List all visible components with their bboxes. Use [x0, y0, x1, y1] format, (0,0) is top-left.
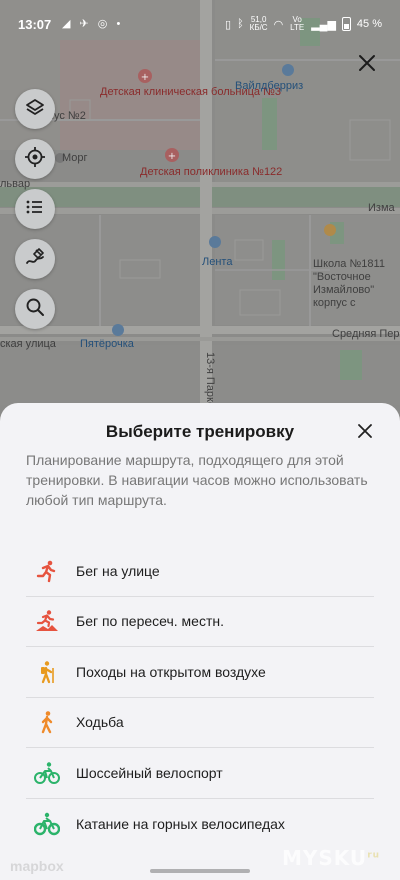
map-label-street: ская улица [0, 338, 56, 350]
workout-label: Шоссейный велоспорт [76, 764, 223, 781]
workout-label: Походы на открытом воздухе [76, 663, 266, 680]
workout-item-trail-running[interactable]: Бег по пересеч. местн. [26, 597, 374, 647]
walking-icon [34, 709, 60, 735]
map-label-wildberries: Вайлдберриз [235, 80, 304, 92]
workout-label: Катание на горных велосипедах [76, 815, 285, 832]
crosshair-icon [24, 146, 46, 173]
status-bar: 13:07 ◢ ✈ ◎ • ▯ ᛒ 51,0 КБ/С ◠ Vo LTE ▂▄▆… [0, 0, 400, 48]
sheet-title: Выберите тренировку [105, 422, 295, 441]
trail-running-icon [34, 608, 60, 634]
watermark: MYSKUru [282, 846, 380, 870]
workout-item-walking[interactable]: Ходьба [26, 698, 374, 748]
running-icon [34, 558, 60, 584]
workout-label: Ходьба [76, 714, 124, 731]
status-right: ▯ ᛒ 51,0 КБ/С ◠ Vo LTE ▂▄▆ 45 % [225, 16, 382, 32]
status-time: 13:07 [18, 17, 52, 32]
hiking-icon [34, 659, 60, 685]
svg-text:+: + [168, 151, 176, 162]
list-button[interactable] [15, 189, 55, 229]
notification-icons: ◢ ✈ ◎ • [62, 18, 124, 30]
search-icon [25, 297, 45, 322]
map-label-bulvar: львар [0, 178, 31, 190]
bluetooth-icon: ᛒ [237, 18, 244, 30]
vibrate-icon: ▯ [225, 18, 232, 31]
layers-button[interactable] [15, 89, 55, 129]
my-location-button[interactable] [15, 139, 55, 179]
battery-icon [341, 17, 351, 31]
search-button[interactable] [15, 289, 55, 329]
volte-indicator: Vo LTE [290, 15, 305, 32]
workout-label: Бег на улице [76, 562, 160, 579]
workout-label: Бег по пересеч. местн. [76, 613, 225, 630]
wifi-icon: ◠ [273, 18, 284, 31]
map-label-polyclinic: Детская поликлиника №122 [140, 166, 283, 178]
mapbox-logo: mapbox [10, 858, 64, 874]
workout-item-hiking[interactable]: Походы на открытом воздухе [26, 647, 374, 698]
route-draw-icon [24, 246, 46, 273]
workout-item-running[interactable]: Бег на улице [26, 546, 374, 597]
list-icon [25, 198, 45, 221]
map-label-lenta: Лента [202, 256, 233, 268]
network-speed: 51,0 КБ/С [250, 16, 268, 32]
draw-route-button[interactable] [15, 239, 55, 279]
home-indicator[interactable] [150, 869, 250, 873]
workout-picker-sheet: Выберите тренировку Планирование маршрут… [0, 403, 400, 880]
workout-item-road-cycling[interactable]: Шоссейный велоспорт [26, 748, 374, 799]
watermark-text: MYSKU [282, 846, 368, 870]
map-label-hospital: Детская клиническая больница №3 [100, 86, 281, 98]
workout-list: Бег на улице Бег по пересеч. местн. Похо… [26, 546, 374, 849]
map-label-izma: Изма [368, 202, 395, 214]
sheet-description: Планирование маршрута, подходящего для э… [26, 452, 368, 508]
map-label-school: Школа №1811 "Восточное Измайлово" корпус… [313, 258, 385, 309]
watermark-sup: ru [367, 850, 381, 861]
map-label-park-street: 13-я Парко [204, 352, 216, 409]
map-label-morg: Морг [62, 152, 88, 164]
network-speed-unit: КБ/С [249, 23, 268, 32]
road-cycling-icon [34, 760, 60, 786]
signal-icon: ▂▄▆ [311, 18, 336, 31]
sheet-close-icon[interactable] [352, 418, 378, 444]
layers-icon [25, 97, 45, 122]
workout-item-mountain-biking[interactable]: Катание на горных велосипедах [26, 799, 374, 850]
battery-percent: 45 % [356, 18, 382, 30]
svg-text:+: + [141, 72, 149, 83]
mountain-biking-icon [34, 811, 60, 837]
close-icon[interactable] [352, 48, 382, 78]
map-label-srednyaya: Средняя Пер [332, 328, 400, 340]
map-label-pyaterochka: Пятёрочка [80, 338, 134, 350]
